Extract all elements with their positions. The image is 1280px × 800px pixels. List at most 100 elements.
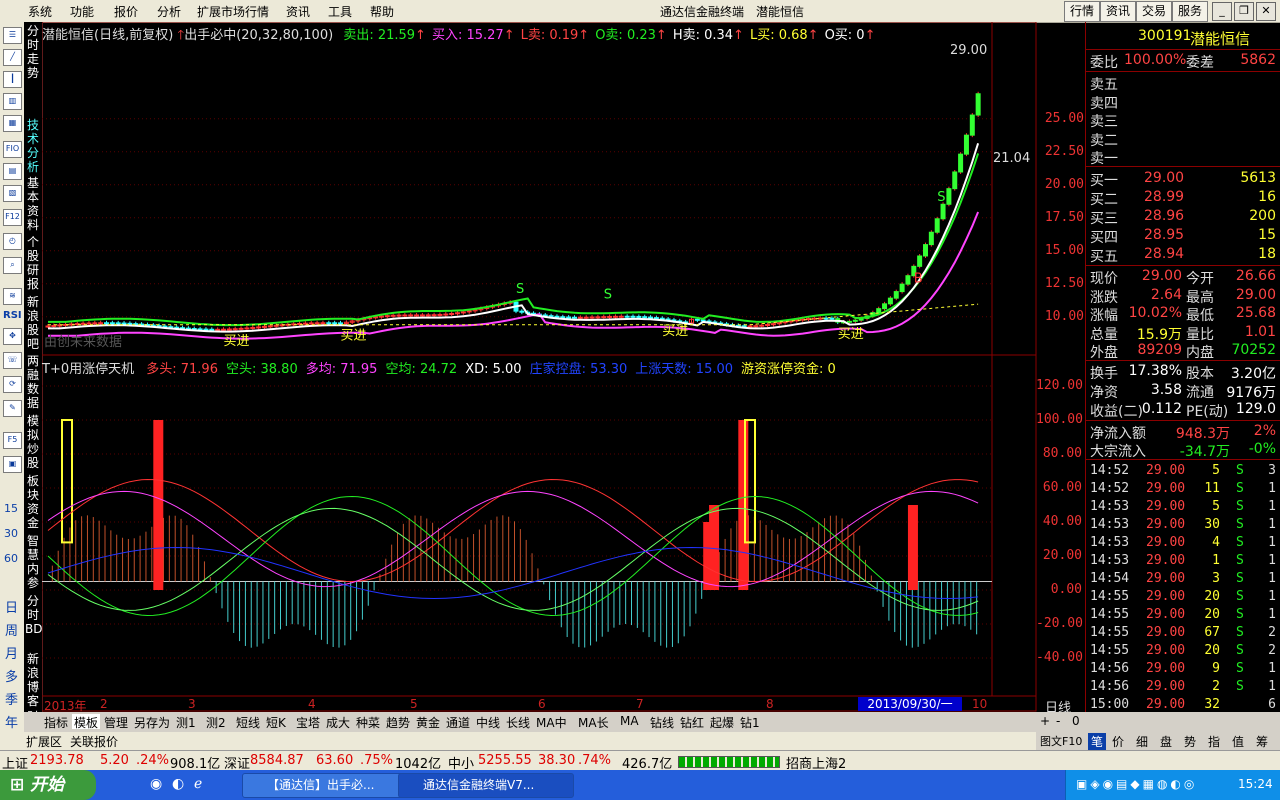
minimize-icon[interactable]: _ xyxy=(1212,2,1232,21)
period-year[interactable]: 年 xyxy=(5,712,18,731)
doc-icon[interactable]: ▤ xyxy=(3,163,22,180)
sz-index[interactable]: 8584.87 xyxy=(250,753,304,768)
detail-tab[interactable]: 筹 xyxy=(1256,733,1268,750)
period-30[interactable]: 30 xyxy=(4,527,18,540)
indicator-name[interactable]: 出手必中(20,32,80,100) xyxy=(184,28,333,43)
menu-item-function[interactable]: 功能 xyxy=(70,3,94,20)
buy-level[interactable]: 买二 28.99 16 xyxy=(1088,189,1280,208)
volume-icon[interactable]: ≋ xyxy=(3,288,22,305)
market-button[interactable]: 行情 xyxy=(1064,1,1100,22)
pencil-icon[interactable]: ✎ xyxy=(3,400,22,417)
vtab-sina-bar[interactable]: 新浪股吧 xyxy=(25,295,41,351)
zoom-out-button[interactable]: - xyxy=(1056,714,1060,728)
period-week[interactable]: 周 xyxy=(5,620,18,639)
template-tab[interactable]: 宝塔 xyxy=(294,714,322,730)
vtab-sector-fund[interactable]: 板块资金 xyxy=(25,474,41,530)
detail-tab[interactable]: 细 xyxy=(1136,733,1148,750)
close-icon[interactable]: ✕ xyxy=(1256,2,1276,21)
template-tab[interactable]: 钻1 xyxy=(738,714,762,730)
search-icon[interactable]: ⌕ xyxy=(3,257,22,274)
zoom-reset-button[interactable]: 0 xyxy=(1072,714,1080,728)
vtab-basic[interactable]: 基本资料 xyxy=(25,176,41,232)
period-month[interactable]: 月 xyxy=(5,643,18,662)
vtab-simulate[interactable]: 模拟炒股 xyxy=(25,414,41,470)
template-tab[interactable]: 模板 xyxy=(72,714,101,730)
clock-icon[interactable]: ◴ xyxy=(3,233,22,250)
media-icon[interactable]: ◐ xyxy=(172,776,184,792)
detail-tab[interactable]: 笔 xyxy=(1088,733,1107,750)
template-tab[interactable]: 种菜 xyxy=(354,714,382,730)
f5-icon[interactable]: F5 xyxy=(3,432,22,449)
template-tab[interactable]: MA中 xyxy=(534,714,569,730)
sh-index[interactable]: 2193.78 xyxy=(30,753,84,768)
desktop-icon[interactable]: ◉ xyxy=(150,776,162,792)
period-multi[interactable]: 多 xyxy=(5,666,18,685)
template-tab[interactable]: 测2 xyxy=(204,714,228,730)
template-tab[interactable]: 指标 xyxy=(42,714,70,730)
detail-tab[interactable]: 值 xyxy=(1232,733,1244,750)
period-day[interactable]: 日 xyxy=(5,597,18,616)
period-season[interactable]: 季 xyxy=(5,689,18,708)
minute-chart-icon[interactable]: ╱ xyxy=(3,49,22,66)
template-tab[interactable]: 短线 xyxy=(234,714,262,730)
ie-icon[interactable]: ℯ xyxy=(194,776,202,792)
vtab-tech[interactable]: 技术分析 xyxy=(25,118,41,174)
buy-level[interactable]: 买五 28.94 18 xyxy=(1088,246,1280,265)
template-tab[interactable]: 起爆 xyxy=(708,714,736,730)
extend-area-tab[interactable]: 扩展区 xyxy=(26,733,62,750)
menu-item-extended-market[interactable]: 扩展市场行情 xyxy=(197,3,269,20)
menu-item-tools[interactable]: 工具 xyxy=(328,3,352,20)
template-tab[interactable]: 黄金 xyxy=(414,714,442,730)
vtab-margin[interactable]: 两融数据 xyxy=(25,354,41,410)
template-tab[interactable]: 长线 xyxy=(504,714,532,730)
menu-item-news[interactable]: 资讯 xyxy=(286,3,310,20)
template-tab[interactable]: 管理 xyxy=(102,714,130,730)
buy-level[interactable]: 买四 28.95 15 xyxy=(1088,227,1280,246)
buy-level[interactable]: 买一 29.00 5613 xyxy=(1088,170,1280,189)
f10-text-button[interactable]: 图文F10 xyxy=(1040,733,1082,749)
template-tab[interactable]: 中线 xyxy=(474,714,502,730)
template-tab[interactable]: 测1 xyxy=(174,714,198,730)
nav-icon[interactable]: ✥ xyxy=(3,328,22,345)
quote-list-icon[interactable]: ☰ xyxy=(3,27,22,44)
rsi-label[interactable]: RSI xyxy=(3,310,22,321)
detail-tab[interactable]: 盘 xyxy=(1160,733,1172,750)
trade-button[interactable]: 交易 xyxy=(1136,1,1172,22)
kline-icon[interactable]: ┃ xyxy=(3,71,22,88)
menu-item-analysis[interactable]: 分析 xyxy=(157,3,181,20)
vtab-research[interactable]: 个股研报 xyxy=(25,235,41,291)
template-tab[interactable]: 钻线 xyxy=(648,714,676,730)
vtab-sina-blog[interactable]: 新浪博客 xyxy=(25,652,41,708)
zoom-in-button[interactable]: + xyxy=(1040,714,1050,728)
taskbar-item-formula[interactable]: 【通达信】出手必... xyxy=(242,773,404,798)
buy-level[interactable]: 买三 28.96 200 xyxy=(1088,208,1280,227)
template-tab[interactable]: 成大 xyxy=(324,714,352,730)
grid-icon[interactable]: ▦ xyxy=(3,115,22,132)
phone-icon[interactable]: ☏ xyxy=(3,352,22,369)
zx-index[interactable]: 5255.55 xyxy=(478,753,532,768)
period-15[interactable]: 15 xyxy=(4,502,18,515)
template-tab[interactable]: 另存为 xyxy=(132,714,172,730)
template-tab[interactable]: 短K xyxy=(264,714,288,730)
menu-item-quote[interactable]: 报价 xyxy=(114,3,138,20)
taskbar-item-terminal[interactable]: 通达信金融终端V7... xyxy=(398,773,574,798)
detail-tab[interactable]: 价 xyxy=(1112,733,1124,750)
vtab-minute-bd[interactable]: 分时BD xyxy=(25,594,42,636)
template-tab[interactable]: MA xyxy=(618,714,641,729)
bar-icon[interactable]: ▥ xyxy=(3,93,22,110)
doc2-icon[interactable]: ▧ xyxy=(3,185,22,202)
service-button[interactable]: 服务 xyxy=(1172,1,1208,22)
refresh-icon[interactable]: ⟳ xyxy=(3,376,22,393)
news-button[interactable]: 资讯 xyxy=(1100,1,1136,22)
restore-icon[interactable]: ❐ xyxy=(1234,2,1254,21)
template-tab[interactable]: MA长 xyxy=(576,714,611,730)
indicator-title[interactable]: T+0用涨停天机 xyxy=(42,362,134,377)
vtab-minute[interactable]: 分时走势 xyxy=(25,24,41,80)
start-button[interactable]: ⊞ 开始 xyxy=(0,770,96,800)
map-icon[interactable]: ▣ xyxy=(3,456,22,473)
menu-item-system[interactable]: 系统 xyxy=(28,3,52,20)
template-tab[interactable]: 趋势 xyxy=(384,714,412,730)
menu-item-help[interactable]: 帮助 xyxy=(370,3,394,20)
period-60[interactable]: 60 xyxy=(4,552,18,565)
template-tab[interactable]: 钻红 xyxy=(678,714,706,730)
